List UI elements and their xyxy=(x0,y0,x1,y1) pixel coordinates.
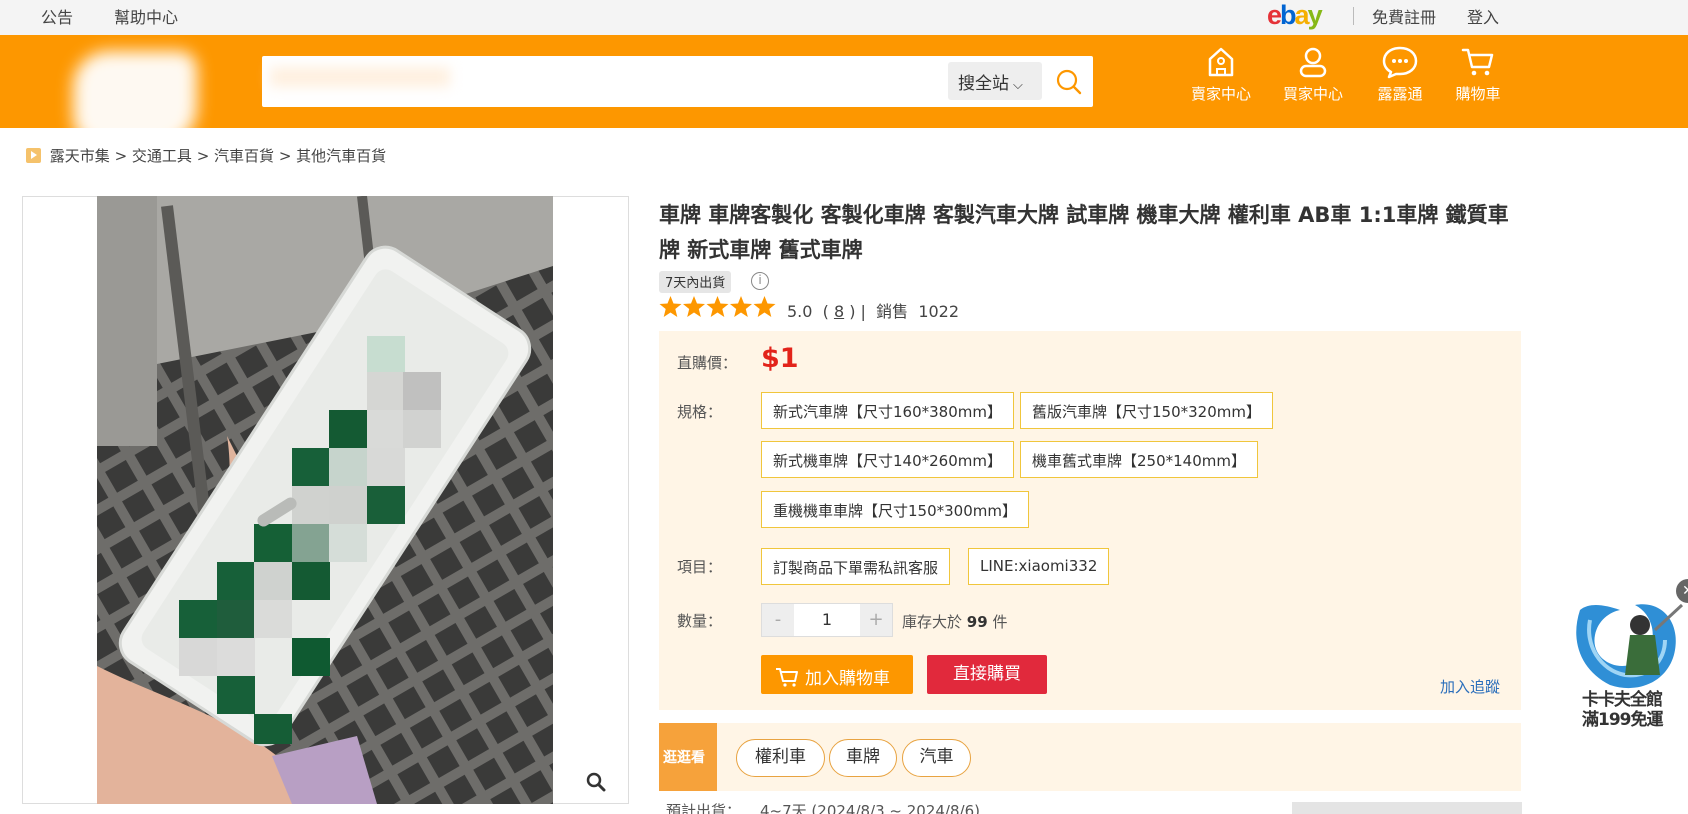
cart-icon xyxy=(776,668,798,687)
tag-pill[interactable]: 汽車 xyxy=(902,739,971,777)
play-icon xyxy=(26,148,41,163)
spec-option[interactable]: 新式機車牌【尺寸140*260mm】 xyxy=(761,441,1014,478)
breadcrumb-item[interactable]: 其他汽車百貨 xyxy=(296,147,386,165)
divider xyxy=(1353,7,1354,25)
breadcrumb: 露天市集 > 交通工具 > 汽車百貨 > 其他汽車百貨 xyxy=(26,145,386,166)
search-icon xyxy=(1056,69,1082,95)
spec-label: 規格： xyxy=(677,403,723,421)
seller-info-box xyxy=(1292,802,1522,814)
product-image[interactable] xyxy=(97,196,553,804)
browse-tags-bar: 逛逛看 權利車 車牌 汽車 xyxy=(659,723,1521,791)
top-bar: 公告 幫助中心 ebay 免費註冊 登入 xyxy=(0,0,1688,35)
quantity-label: 數量： xyxy=(677,612,723,630)
spec-option[interactable]: 重機機車車牌【尺寸150*300mm】 xyxy=(761,491,1029,528)
add-to-watchlist-link[interactable]: 加入追蹤 xyxy=(1440,676,1500,697)
store-icon xyxy=(1208,47,1234,77)
star-icon xyxy=(683,296,705,317)
tag-pill[interactable]: 權利車 xyxy=(736,739,825,777)
sold-count: 1022 xyxy=(918,302,960,321)
buy-now-button[interactable]: 直接購買 xyxy=(927,655,1047,694)
star-icon xyxy=(730,296,752,317)
site-logo[interactable] xyxy=(73,51,197,147)
ebay-logo[interactable]: ebay xyxy=(1267,0,1323,31)
chevron-down-icon: ⌵ xyxy=(1013,78,1023,93)
quantity-decrement-button[interactable]: - xyxy=(762,604,794,636)
browse-label: 逛逛看 xyxy=(659,723,717,791)
quantity-increment-button[interactable]: + xyxy=(860,604,892,636)
stock-info: 庫存大於 99 件 xyxy=(902,613,1008,631)
breadcrumb-item[interactable]: 露天市集 xyxy=(50,147,110,165)
shipping-label: 預計出貨： xyxy=(666,802,742,814)
rating-value: 5.0 xyxy=(787,302,813,321)
quantity-stepper: - 1 + xyxy=(761,603,893,637)
item-option[interactable]: 訂製商品下單需私訊客服 xyxy=(761,548,951,585)
chat-button[interactable]: 露露通 xyxy=(1360,45,1440,104)
review-count-link[interactable]: 8 xyxy=(834,302,844,321)
splash-icon xyxy=(1576,603,1684,689)
login-link[interactable]: 登入 xyxy=(1467,4,1499,28)
buyer-center-button[interactable]: 買家中心 xyxy=(1273,45,1353,104)
star-icon xyxy=(659,296,682,317)
search-scope-dropdown[interactable]: 搜全站 ⌵ xyxy=(948,62,1042,100)
info-icon[interactable]: i xyxy=(751,272,769,290)
search-input[interactable] xyxy=(270,67,450,87)
cart-button[interactable]: 購物車 xyxy=(1438,45,1518,104)
search-bar: 搜全站 ⌵ xyxy=(262,56,1093,107)
site-header: 搜全站 ⌵ 賣家中心 買家中心 露露通 購物車 xyxy=(0,35,1688,147)
chat-icon xyxy=(1382,46,1418,79)
close-icon: ✕ xyxy=(1682,583,1688,599)
shipping-value: 4~7天 (2024/8/3 ~ 2024/8/6) xyxy=(760,802,980,814)
item-option[interactable]: LINE:xiaomi332 xyxy=(968,548,1110,585)
user-icon xyxy=(1299,47,1327,78)
spec-option[interactable]: 新式汽車牌【尺寸160*380mm】 xyxy=(761,392,1014,429)
breadcrumb-item[interactable]: 汽車百貨 xyxy=(214,147,274,165)
price-label: 直購價： xyxy=(677,354,738,372)
star-icon xyxy=(706,296,729,317)
add-to-cart-button[interactable]: 加入購物車 xyxy=(761,655,913,694)
search-button[interactable] xyxy=(1048,62,1092,102)
product-title: 車牌 車牌客製化 客製化車牌 客製汽車大牌 試車牌 機車大牌 權利車 AB車 1… xyxy=(659,203,1509,262)
register-link[interactable]: 免費註冊 xyxy=(1372,4,1436,28)
ship-time-badge: 7天內出貨 xyxy=(659,271,732,293)
tag-pill[interactable]: 車牌 xyxy=(829,739,897,777)
help-center-link[interactable]: 幫助中心 xyxy=(114,4,178,28)
star-icon xyxy=(753,296,776,317)
promo-banner[interactable]: 卡卡夫全館 滿199免運 xyxy=(1560,590,1688,740)
promo-text: 卡卡夫全館 滿199免運 xyxy=(1582,690,1663,730)
announcement-link[interactable]: 公告 xyxy=(41,4,73,28)
sold-label: 銷售 xyxy=(876,302,909,321)
spec-option[interactable]: 機車舊式車牌【250*140mm】 xyxy=(1020,441,1258,478)
magnifier-icon xyxy=(586,772,606,792)
cart-icon xyxy=(1461,48,1494,76)
spec-option[interactable]: 舊版汽車牌【尺寸150*320mm】 xyxy=(1020,392,1273,429)
item-label: 項目： xyxy=(677,558,723,576)
zoom-button[interactable] xyxy=(586,772,606,796)
price-value: $1 xyxy=(761,343,799,374)
breadcrumb-item[interactable]: 交通工具 xyxy=(132,147,192,165)
rating-summary: 5.0 ( 8 ) | 銷售 1022 xyxy=(787,302,960,321)
seller-center-button[interactable]: 賣家中心 xyxy=(1181,45,1261,104)
rating-stars xyxy=(659,295,777,319)
quantity-input[interactable]: 1 xyxy=(794,604,860,636)
